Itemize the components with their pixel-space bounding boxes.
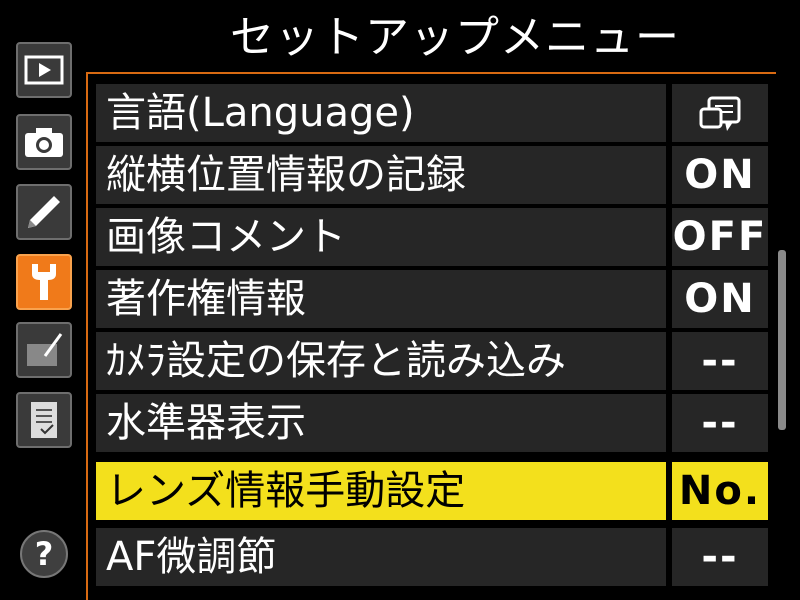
tab-setup[interactable]	[16, 254, 72, 310]
mymenu-icon	[31, 402, 57, 438]
tab-playback[interactable]	[16, 42, 72, 98]
menu-item-af-fine-tune[interactable]: AF微調節 --	[96, 528, 772, 586]
playback-icon	[24, 55, 64, 85]
pencil-icon	[28, 196, 60, 228]
camera-icon	[25, 128, 63, 157]
menu-title: セットアップメニュー	[230, 12, 680, 63]
menu-item-value: --	[672, 332, 768, 390]
menu-item-virtual-horizon[interactable]: 水準器表示 --	[96, 394, 772, 452]
menu-item-label: ｶﾒﾗ設定の保存と読み込み	[96, 332, 666, 390]
menu-item-label: 縦横位置情報の記録	[96, 146, 666, 204]
menu-item-language[interactable]: 言語(Language)	[96, 84, 772, 142]
menu-item-value: OFF	[672, 208, 768, 266]
tab-custom[interactable]	[16, 184, 72, 240]
scrollbar[interactable]	[778, 250, 786, 430]
help-icon[interactable]: ?	[20, 530, 68, 578]
language-icon	[699, 96, 741, 131]
menu-item-label: 言語(Language)	[96, 84, 666, 142]
menu-item-value: No. 1	[672, 462, 768, 572]
menu-item-value: --	[672, 528, 768, 586]
menu-item-image-comment[interactable]: 画像コメント OFF	[96, 208, 772, 266]
menu-item-label: 画像コメント	[96, 208, 666, 266]
retouch-icon	[27, 333, 63, 366]
menu-item-label: AF微調節	[96, 528, 666, 586]
tab-shooting[interactable]	[16, 114, 72, 170]
menu-item-non-cpu-lens-data[interactable]: レンズ情報手動設定 No. 1	[96, 462, 772, 572]
menu-item-save-load-settings[interactable]: ｶﾒﾗ設定の保存と読み込み --	[96, 332, 772, 390]
tab-retouch[interactable]	[16, 322, 72, 378]
menu-item-orientation[interactable]: 縦横位置情報の記録 ON	[96, 146, 772, 204]
tab-mymenu[interactable]	[16, 392, 72, 448]
menu-item-label: レンズ情報手動設定	[96, 462, 666, 520]
menu-item-value	[672, 84, 768, 142]
menu-item-label: 著作権情報	[96, 270, 666, 328]
menu-item-value: ON	[672, 270, 768, 328]
menu-item-label: 水準器表示	[96, 394, 666, 452]
menu-item-value: ON	[672, 146, 768, 204]
menu-item-value: --	[672, 394, 768, 452]
menu-item-copyright[interactable]: 著作権情報 ON	[96, 270, 772, 328]
wrench-icon	[32, 264, 56, 300]
